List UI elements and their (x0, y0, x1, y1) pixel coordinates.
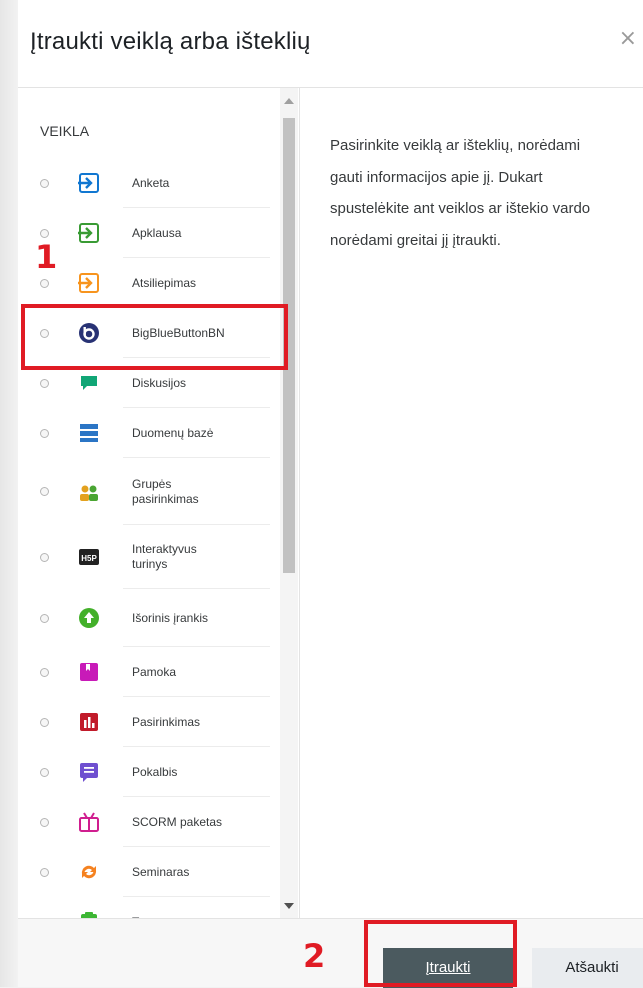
activity-label: Seminaras (132, 864, 190, 879)
activity-label: Interaktyvus turinys (132, 542, 197, 571)
activity-label: Išorinis įrankis (132, 610, 209, 625)
activity-item[interactable]: Anketa (18, 158, 280, 208)
activity-label: Apklausa (132, 225, 182, 240)
activity-item[interactable]: Pamoka (18, 647, 280, 697)
annotation-box-1 (21, 304, 288, 370)
annotation-marker-2: 2 (303, 937, 326, 975)
activity-item[interactable]: Testas (18, 897, 280, 918)
activity-radio[interactable] (40, 487, 49, 496)
dialog-title: Įtraukti veiklą arba išteklių (30, 28, 311, 55)
activity-radio[interactable] (40, 817, 49, 827)
activity-item[interactable]: Pokalbis (18, 747, 280, 797)
activity-item[interactable]: Grupės pasirinkimas (18, 458, 280, 525)
activity-item[interactable]: Išorinis įrankis (18, 589, 280, 647)
activity-radio[interactable] (40, 667, 49, 677)
lti-icon (78, 607, 100, 629)
quiz-icon (78, 911, 100, 918)
activity-radio[interactable] (40, 228, 49, 238)
group-choice-icon (78, 481, 100, 503)
section-heading: VEIKLA (40, 123, 90, 139)
activity-label: Duomenų bazė (132, 425, 214, 440)
activity-radio[interactable] (40, 428, 49, 438)
chat-icon (78, 761, 100, 783)
svg-text:H5P: H5P (81, 554, 97, 563)
scroll-down-arrow[interactable] (284, 903, 294, 909)
annotation-box-2 (364, 920, 517, 987)
activity-label: Diskusijos (132, 375, 187, 390)
activity-radio[interactable] (40, 767, 49, 777)
feedback-icon (78, 172, 100, 194)
activity-item[interactable]: Apklausa (18, 208, 280, 258)
activity-list-panel: VEIKLA Anketa Apklausa Atsiliepimas BigBlue… (18, 88, 300, 918)
activity-radio[interactable] (40, 178, 49, 188)
activity-label: Pasirinkimas (132, 714, 201, 729)
activity-radio[interactable] (40, 278, 49, 288)
forum-icon (78, 372, 100, 394)
activity-radio[interactable] (40, 552, 49, 562)
choice-icon (78, 222, 100, 244)
h5p-icon: H5P (78, 546, 100, 568)
activity-item[interactable]: Duomenų bazė (18, 408, 280, 458)
activity-item[interactable]: H5P Interaktyvus turinys (18, 525, 280, 589)
dialog-footer: Įtraukti Atšaukti (18, 918, 643, 988)
scrollbar[interactable] (280, 88, 298, 918)
activity-radio[interactable] (40, 717, 49, 727)
scroll-up-arrow[interactable] (284, 98, 294, 104)
activity-label: Pokalbis (132, 764, 178, 779)
backdrop-edge (0, 0, 18, 987)
activity-item[interactable]: SCORM paketas (18, 797, 280, 847)
close-icon[interactable]: × (619, 28, 637, 50)
activity-item[interactable]: Pasirinkimas (18, 697, 280, 747)
cancel-button[interactable]: Atšaukti (532, 948, 643, 988)
activity-item[interactable]: Atsiliepimas (18, 258, 280, 308)
activity-label: Grupės pasirinkimas (132, 476, 199, 506)
workshop-icon (78, 861, 100, 883)
activity-label: Atsiliepimas (132, 275, 197, 290)
activity-label: Pamoka (132, 664, 177, 679)
activity-item[interactable]: Seminaras (18, 847, 280, 897)
activity-radio[interactable] (40, 867, 49, 877)
activity-radio[interactable] (40, 378, 49, 388)
activity-label: SCORM paketas (132, 814, 223, 829)
feedback-icon (78, 272, 100, 294)
add-activity-dialog: Įtraukti veiklą arba išteklių × VEIKLA A… (18, 0, 643, 988)
dialog-header: Įtraukti veiklą arba išteklių × (18, 0, 643, 88)
poll-icon (78, 711, 100, 733)
lesson-icon (78, 661, 100, 683)
database-icon (78, 422, 100, 444)
annotation-marker-1: 1 (35, 238, 58, 276)
scorm-icon (78, 811, 100, 833)
help-description: Pasirinkite veiklą ar išteklių, norėdami… (330, 137, 591, 249)
activity-radio[interactable] (40, 613, 49, 623)
activity-label: Anketa (132, 175, 170, 190)
